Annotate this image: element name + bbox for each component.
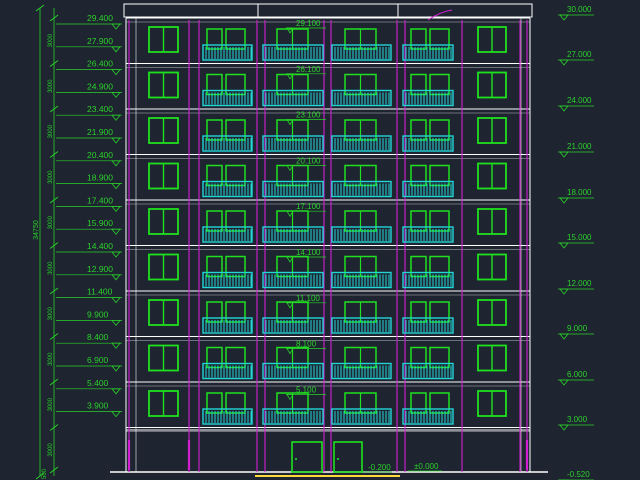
dimension-value: 3000 [48,306,54,320]
level-label-right: 24.000 [567,96,592,105]
level-label-left: 21.900 [87,127,113,137]
level-label-left: 8.400 [87,332,109,342]
dimension-value: 500 [42,468,48,479]
level-label-center: 26.100 [296,65,321,74]
level-label-left: 15.900 [87,218,113,228]
level-label-center: 20.100 [296,156,321,165]
level-label-left: 6.900 [87,355,109,365]
level-label-right: 9.000 [567,324,588,333]
level-label-left: 26.400 [87,59,113,69]
level-label-left: 17.400 [87,195,113,205]
level-label-center: 11.100 [296,294,320,303]
level-label-right: 21.000 [567,142,592,151]
level-label-center: 23.100 [296,111,321,120]
level-label-left: 20.400 [87,150,113,160]
level-label-ground: ±0.000 [414,462,439,471]
dimension-value: 3000 [48,33,54,47]
level-label-right: 3.000 [567,415,588,424]
level-label-center: 8.100 [296,340,317,349]
level-label-center: 14.100 [296,248,321,257]
facade-elevation: 3000 3000 3000 3000 3000 3000 3000 3000 3000 3000… [0,0,640,480]
dimension-value: 3000 [48,352,54,366]
level-label-left: 11.400 [87,287,113,297]
level-label-left: 27.900 [87,36,113,46]
level-label-left: 12.900 [87,264,113,274]
level-label-right: 15.000 [567,233,592,242]
dimension-total: 34750 [33,220,40,240]
level-label-right: 18.000 [567,188,592,197]
level-label-ground: -0.200 [368,463,391,472]
level-label-left: 3.900 [87,401,109,411]
dimension-value: 3000 [48,124,54,138]
level-label-right: 12.000 [567,279,592,288]
level-label-left: 23.400 [87,104,113,114]
level-label-left: 9.900 [87,309,109,319]
level-label-right: -0.520 [567,470,590,479]
level-label-left: 18.900 [87,173,113,183]
level-label-left: 24.900 [87,81,113,91]
dimension-value: 3000 [48,443,54,457]
dimension-value: 3000 [48,215,54,229]
level-label-left: 29.400 [87,13,113,23]
dimension-value: 3000 [48,170,54,184]
dimension-value: 3000 [48,261,54,275]
level-label-center: 5.100 [296,385,317,394]
cad-elevation-drawing: 3000 3000 3000 3000 3000 3000 3000 3000 3000 3000… [0,0,640,480]
level-label-left: 5.400 [87,378,109,388]
level-label-left: 14.400 [87,241,113,251]
dimension-value: 3000 [48,79,54,93]
level-label-center: 17.100 [296,202,321,211]
dimension-value: 3000 [48,397,54,411]
level-label-center: 29.100 [296,19,321,28]
level-label-right: 6.000 [567,370,588,379]
level-label-right: 27.000 [567,50,592,59]
level-label-right: 30.000 [567,5,592,14]
